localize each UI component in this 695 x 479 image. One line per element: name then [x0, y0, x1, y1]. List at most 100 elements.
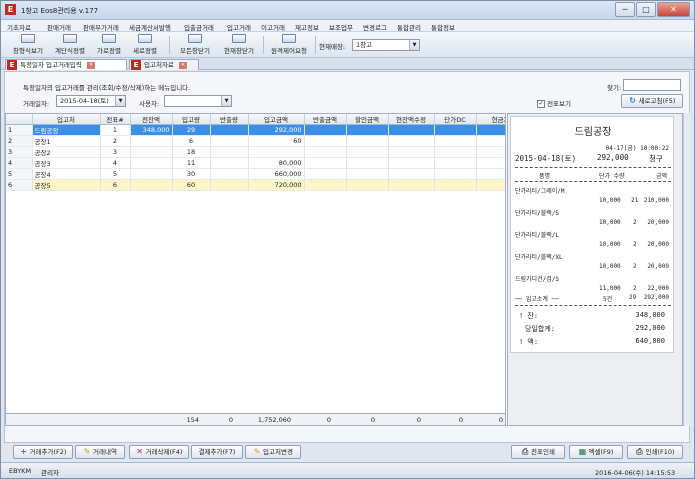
amount-cell[interactable]: 660,000 — [248, 168, 305, 180]
dc-cell[interactable] — [434, 168, 477, 180]
col-header-inbound-amount[interactable]: 입고금액 — [248, 114, 305, 125]
discount-cell[interactable] — [346, 168, 389, 180]
cash-cell[interactable] — [476, 179, 505, 191]
cash-cell[interactable] — [476, 157, 505, 169]
return-amount-cell[interactable] — [304, 124, 347, 136]
supplier-cell[interactable]: 공장1 — [32, 135, 101, 147]
return-amount-cell[interactable] — [304, 135, 347, 147]
print-button[interactable]: ⎙ 인쇄(F10) — [627, 445, 683, 459]
amount-cell[interactable]: 292,000 — [248, 124, 305, 136]
amount-cell[interactable]: 60 — [248, 135, 305, 147]
receipt-scrollbar[interactable] — [683, 113, 690, 426]
menu-sales[interactable]: 판매거래 — [47, 22, 71, 32]
amount-cell[interactable]: 80,000 — [248, 157, 305, 169]
slip-cell[interactable]: 1 — [100, 124, 131, 136]
close-current-window-button[interactable]: 현재창닫기 — [219, 34, 259, 56]
dc-cell[interactable] — [434, 146, 477, 158]
return-amount-cell[interactable] — [304, 146, 347, 158]
discount-cell[interactable] — [346, 135, 389, 147]
add-transaction-button[interactable]: + 거래추가(F2) — [13, 445, 73, 459]
prev-balance-cell[interactable] — [130, 179, 173, 191]
qty-cell[interactable]: 30 — [172, 168, 211, 180]
supplier-cell[interactable]: 공장3 — [32, 157, 101, 169]
table-row[interactable]: 1 드림공장 1 348,000 29 292,000 — [6, 124, 505, 136]
dc-cell[interactable] — [434, 157, 477, 169]
return-amount-cell[interactable] — [304, 157, 347, 169]
preview-checkbox[interactable]: ✓ — [537, 100, 545, 108]
menu-transfer[interactable]: 이고거래 — [261, 22, 285, 32]
menu-stock-info[interactable]: 재고정보 — [295, 22, 319, 32]
dc-cell[interactable] — [434, 179, 477, 191]
adjust-cell[interactable] — [388, 157, 435, 169]
slip-cell[interactable]: 4 — [100, 157, 131, 169]
col-header-unit-dc[interactable]: 단가DC — [434, 114, 477, 125]
table-row[interactable]: 6 공장5 6 60 720,000 — [6, 179, 505, 191]
return-amount-cell[interactable] — [304, 179, 347, 191]
prev-balance-cell[interactable] — [130, 135, 173, 147]
date-picker[interactable]: 2015-04-18(토) ▼ — [56, 95, 126, 107]
menu-support[interactable]: 보조업무 — [329, 22, 353, 32]
qty-cell[interactable]: 6 — [172, 135, 211, 147]
excel-button[interactable]: ▦ 엑셀(F9) — [569, 445, 623, 459]
return-qty-cell[interactable] — [210, 157, 249, 169]
store-select[interactable]: 1창고 ▼ — [352, 39, 420, 51]
qty-cell[interactable]: 60 — [172, 179, 211, 191]
cash-cell[interactable] — [476, 135, 505, 147]
cash-cell[interactable] — [476, 124, 505, 136]
supplier-cell[interactable]: 공장2 — [32, 146, 101, 158]
adjust-cell[interactable] — [388, 179, 435, 191]
adjust-cell[interactable] — [388, 168, 435, 180]
stair-arrange-button[interactable]: 계단식정렬 — [51, 34, 89, 56]
col-header-supplier[interactable]: 입고처 — [32, 114, 101, 125]
discount-cell[interactable] — [346, 146, 389, 158]
return-amount-cell[interactable] — [304, 168, 347, 180]
col-header-cash-paid[interactable]: 현금지급 — [476, 114, 505, 125]
dc-cell[interactable] — [434, 124, 477, 136]
return-qty-cell[interactable] — [210, 168, 249, 180]
prev-balance-cell[interactable] — [130, 157, 173, 169]
col-header-inbound-qty[interactable]: 입고량 — [172, 114, 211, 125]
maximize-button[interactable]: □ — [636, 2, 656, 17]
cash-cell[interactable] — [476, 168, 505, 180]
col-header-prev-balance[interactable]: 전잔액 — [130, 114, 173, 125]
slip-cell[interactable]: 5 — [100, 168, 131, 180]
tab-close-icon[interactable]: ✕ — [178, 61, 187, 69]
close-all-windows-button[interactable]: 모든창닫기 — [175, 34, 215, 56]
remote-control-request-button[interactable]: 원격제어요청 — [267, 34, 311, 56]
menu-integrated-management[interactable]: 통합관리 — [397, 22, 421, 32]
return-qty-cell[interactable] — [210, 146, 249, 158]
slip-cell[interactable]: 2 — [100, 135, 131, 147]
menu-tax-invoice[interactable]: 세금계산서발행 — [129, 22, 171, 32]
amount-cell[interactable] — [248, 146, 305, 158]
menu-inbound[interactable]: 입고거래 — [227, 22, 251, 32]
adjust-cell[interactable] — [388, 135, 435, 147]
slip-cell[interactable]: 6 — [100, 179, 131, 191]
tab-supplier-data[interactable]: E 입고처자료 ✕ — [129, 59, 199, 70]
preview-checkbox-row[interactable]: ✓ 전표보기 — [537, 98, 571, 108]
table-row[interactable]: 3 공장2 3 18 — [6, 146, 505, 158]
qty-cell[interactable]: 29 — [172, 124, 211, 136]
col-header-slip[interactable]: 전표# — [100, 114, 131, 125]
slip-cell[interactable]: 3 — [100, 146, 131, 158]
col-header-return-qty[interactable]: 반출량 — [210, 114, 249, 125]
print-slip-button[interactable]: ⎙ 전표인쇄 — [511, 445, 565, 459]
return-qty-cell[interactable] — [210, 179, 249, 191]
supplier-cell[interactable]: 드림공장 — [32, 124, 101, 136]
horizontal-arrange-button[interactable]: 가로정렬 — [93, 34, 125, 56]
vertical-arrange-button[interactable]: 세로정렬 — [129, 34, 161, 56]
menu-integrated-info[interactable]: 통합정보 — [431, 22, 455, 32]
prev-balance-cell[interactable]: 348,000 — [130, 124, 173, 136]
return-qty-cell[interactable] — [210, 135, 249, 147]
col-header-discount[interactable]: 할인금액 — [346, 114, 389, 125]
minimize-button[interactable]: ─ — [615, 2, 635, 17]
menu-basic-data[interactable]: 기초자료 — [7, 22, 31, 32]
delete-transaction-button[interactable]: ✕ 거래삭제(F4) — [129, 445, 189, 459]
search-input[interactable] — [623, 79, 681, 91]
cascade-windows-button[interactable]: 창형식보기 — [9, 34, 47, 56]
supplier-cell[interactable]: 공장4 — [32, 168, 101, 180]
amount-cell[interactable]: 720,000 — [248, 179, 305, 191]
add-payment-button[interactable]: 결제추가(F7) — [191, 445, 243, 459]
qty-cell[interactable]: 11 — [172, 157, 211, 169]
change-supplier-button[interactable]: ✎ 입고처변경 — [245, 445, 301, 459]
table-row[interactable]: 2 공장1 2 6 60 — [6, 135, 505, 147]
